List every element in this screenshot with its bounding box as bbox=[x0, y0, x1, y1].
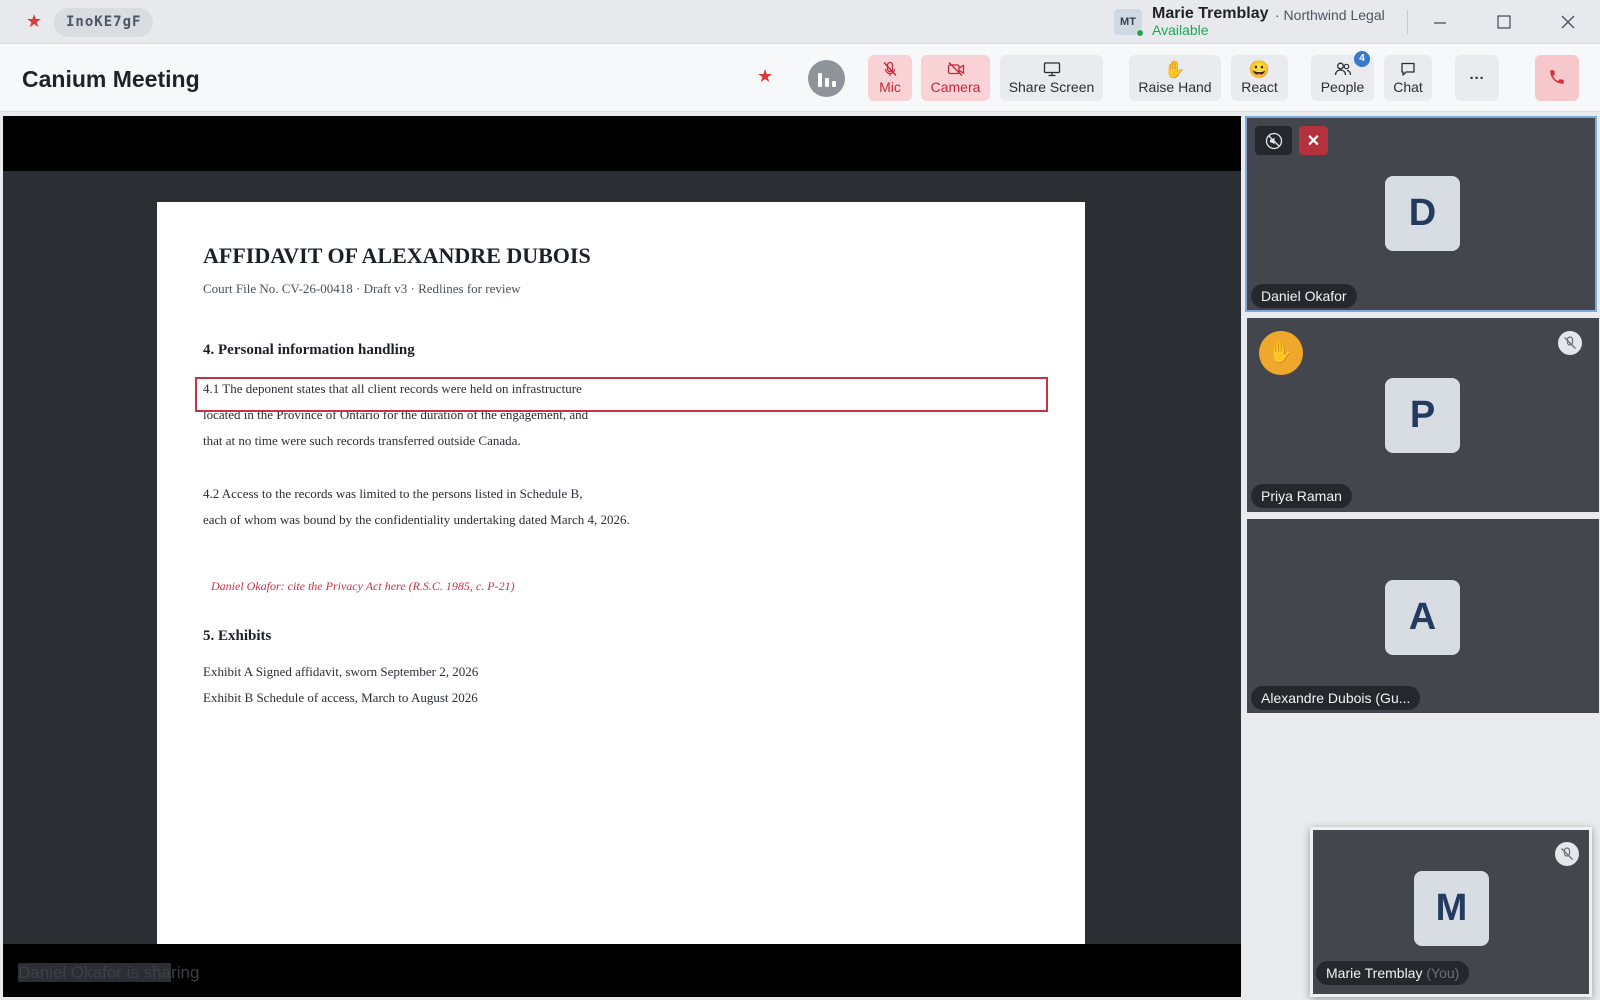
raised-hand-icon: ✋ bbox=[1259, 331, 1303, 375]
hand-icon: ✋ bbox=[1164, 60, 1186, 79]
audio-bar bbox=[817, 73, 822, 87]
more-icon: ··· bbox=[1469, 69, 1485, 87]
people-button[interactable]: People 4 bbox=[1311, 51, 1374, 101]
participant-name: Priya Raman bbox=[1251, 484, 1352, 508]
star-icon[interactable]: ★ bbox=[26, 11, 42, 32]
meeting-toolbar: Canium Meeting ★ Mic Camera Share Screen… bbox=[0, 44, 1600, 112]
participant-tile[interactable]: ✋ P Priya Raman bbox=[1247, 318, 1599, 512]
paragraph-4-2-line: 4.2 Access to the records was limited to… bbox=[203, 486, 583, 501]
raise-hand-label: Raise Hand bbox=[1138, 79, 1212, 95]
section-4-heading: 4. Personal information handling bbox=[203, 342, 415, 358]
participant-avatar: D bbox=[1385, 176, 1460, 251]
mic-off-icon bbox=[883, 61, 897, 76]
sharing-indicator-rest: ring bbox=[171, 963, 200, 982]
people-count-badge: 4 bbox=[1354, 51, 1370, 67]
reviewer-comment: Daniel Okafor: cite the Privacy Act here… bbox=[211, 579, 515, 593]
shared-screen-stage: AFFIDAVIT OF ALEXANDRE DUBOIS Court File… bbox=[3, 116, 1241, 997]
more-options-button[interactable]: ··· bbox=[1455, 55, 1499, 101]
camera-button[interactable]: Camera bbox=[921, 55, 990, 101]
phone-hangup-icon bbox=[1550, 70, 1564, 84]
react-label: React bbox=[1241, 79, 1278, 95]
close-icon bbox=[1561, 15, 1575, 29]
document-title: AFFIDAVIT OF ALEXANDRE DUBOIS bbox=[203, 243, 591, 268]
mic-muted-icon bbox=[1558, 331, 1582, 355]
people-label: People bbox=[1320, 79, 1365, 95]
self-avatar: M bbox=[1414, 871, 1489, 946]
close-window-button[interactable] bbox=[1553, 8, 1583, 36]
people-icon bbox=[1334, 62, 1351, 76]
audio-bar bbox=[824, 78, 829, 87]
meeting-title: Canium Meeting bbox=[22, 66, 200, 92]
close-icon: ✕ bbox=[1306, 132, 1321, 150]
participant-name: Daniel Okafor bbox=[1251, 284, 1357, 308]
camera-label: Camera bbox=[930, 79, 981, 95]
smiley-icon: 😀 bbox=[1248, 60, 1271, 79]
exhibit-line: Exhibit A Signed affidavit, sworn Septem… bbox=[203, 664, 479, 679]
mic-muted-icon bbox=[1555, 842, 1579, 866]
participant-tile[interactable]: A Alexandre Dubois (Gu... bbox=[1247, 519, 1599, 713]
maximize-icon bbox=[1497, 15, 1511, 29]
user-status[interactable]: Available bbox=[1152, 22, 1209, 38]
chat-icon bbox=[1401, 62, 1415, 76]
paragraph-4-1-line: that at no time were such records transf… bbox=[203, 433, 521, 448]
section-5-heading: 5. Exhibits bbox=[203, 628, 272, 644]
participant-name: Alexandre Dubois (Gu... bbox=[1251, 686, 1421, 710]
mic-label: Mic bbox=[879, 79, 901, 95]
speaker-muted-icon bbox=[1265, 132, 1282, 149]
participant-avatar: P bbox=[1385, 378, 1460, 453]
react-button[interactable]: 😀 React bbox=[1231, 55, 1288, 101]
user-name[interactable]: Marie Tremblay bbox=[1152, 5, 1269, 23]
share-screen-button[interactable]: Share Screen bbox=[1000, 55, 1103, 101]
monitor-icon bbox=[1043, 62, 1060, 77]
exhibit-line: Exhibit B Schedule of access, March to A… bbox=[203, 690, 478, 705]
mute-participant-button[interactable] bbox=[1255, 126, 1292, 155]
room-code-chip[interactable]: InoKE7gF bbox=[54, 8, 154, 37]
audio-bar bbox=[831, 81, 836, 87]
title-bar: ★ InoKE7gF MT Marie Tremblay · Northwind… bbox=[0, 0, 1600, 44]
chat-button[interactable]: Chat bbox=[1384, 55, 1432, 101]
leave-call-button[interactable] bbox=[1535, 55, 1579, 101]
participant-avatar: A bbox=[1385, 580, 1460, 655]
share-screen-label: Share Screen bbox=[1008, 79, 1095, 95]
remove-participant-button[interactable]: ✕ bbox=[1299, 126, 1328, 155]
shared-document-page: AFFIDAVIT OF ALEXANDRE DUBOIS Court File… bbox=[157, 202, 1085, 944]
camera-off-icon bbox=[947, 62, 964, 76]
sharing-indicator: Daniel Okafor is sharing bbox=[18, 963, 199, 983]
chat-label: Chat bbox=[1393, 79, 1423, 95]
participant-tile[interactable]: ✕ D Daniel Okafor bbox=[1245, 116, 1597, 312]
letterbox-top bbox=[3, 116, 1241, 171]
raise-hand-button[interactable]: ✋ Raise Hand bbox=[1129, 55, 1221, 101]
presence-dot bbox=[1136, 29, 1144, 37]
mic-button[interactable]: Mic bbox=[868, 55, 912, 101]
self-view-tile[interactable]: M Marie Tremblay (You) bbox=[1310, 827, 1592, 997]
favorite-star-icon[interactable]: ★ bbox=[757, 66, 773, 87]
paragraph-4-2-line: each of whom was bound by the confidenti… bbox=[203, 512, 630, 527]
sharing-indicator-name: Daniel Okafor is sha bbox=[18, 963, 172, 982]
audio-level-indicator[interactable] bbox=[808, 60, 845, 97]
minimize-icon bbox=[1434, 22, 1446, 24]
document-meta: Court File No. CV-26-00418 · Draft v3 · … bbox=[203, 281, 521, 296]
annotation-highlight-box bbox=[195, 377, 1048, 412]
minimize-button[interactable] bbox=[1425, 8, 1455, 36]
self-name: Marie Tremblay bbox=[1326, 965, 1423, 981]
self-name-label: Marie Tremblay (You) bbox=[1316, 961, 1470, 985]
user-organization: · Northwind Legal bbox=[1275, 7, 1385, 23]
titlebar-divider bbox=[1407, 10, 1408, 34]
self-you-tag: (You) bbox=[1426, 965, 1460, 981]
maximize-button[interactable] bbox=[1489, 8, 1519, 36]
